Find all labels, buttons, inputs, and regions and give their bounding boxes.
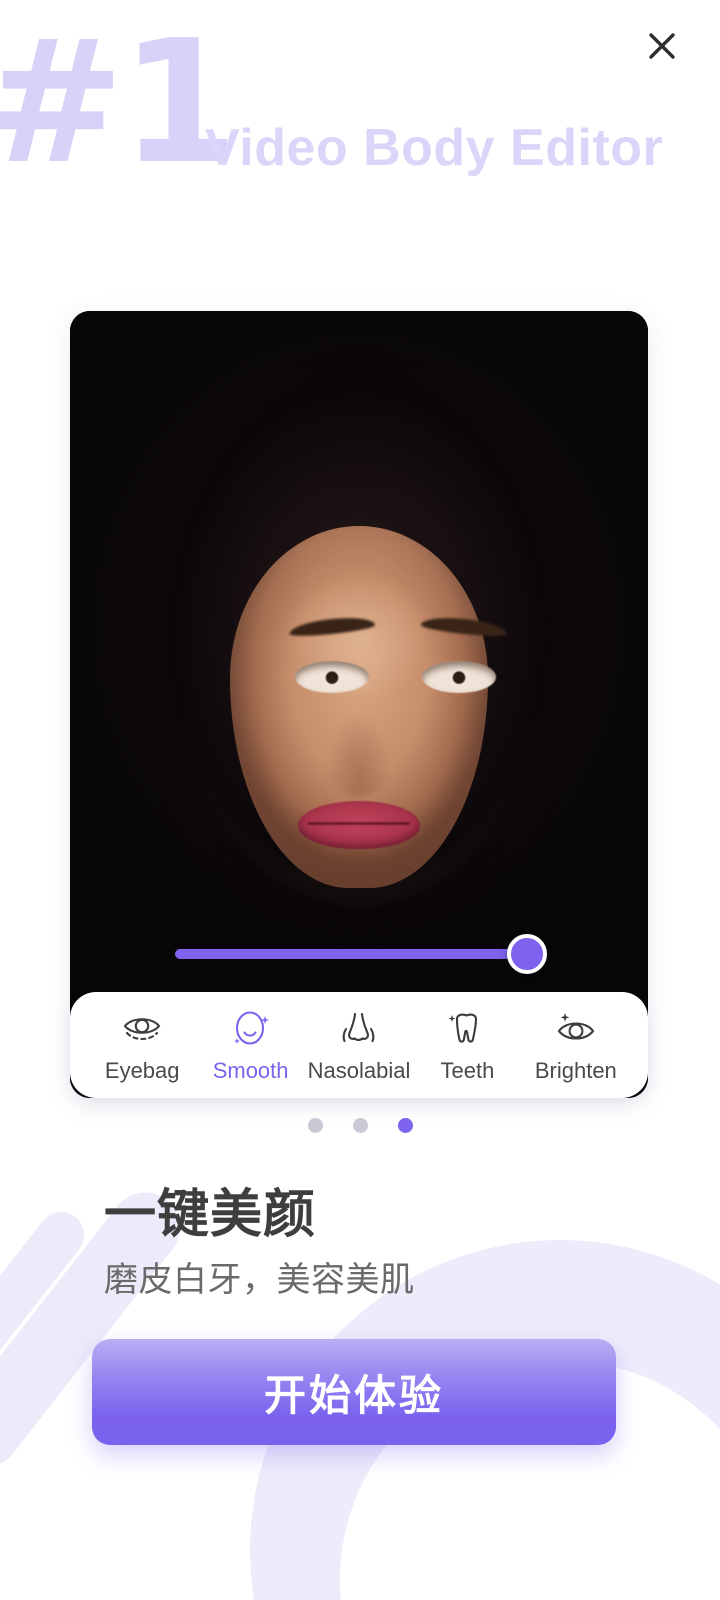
eye-dashed-icon bbox=[119, 1006, 165, 1052]
eye-sparkle-icon bbox=[553, 1006, 599, 1052]
video-preview-card bbox=[70, 311, 648, 1098]
onboarding-screen: #1 Video Body Editor Eyebag Smooth Nasol… bbox=[0, 0, 720, 1600]
tool-label: Nasolabial bbox=[307, 1058, 411, 1083]
nose-fold-icon bbox=[336, 1006, 382, 1052]
start-experience-button[interactable]: 开始体验 bbox=[92, 1339, 616, 1445]
diagonal-stripe bbox=[345, 1441, 547, 1600]
nose-region bbox=[326, 711, 392, 797]
tool-label: Smooth bbox=[212, 1058, 289, 1083]
tool-brighten[interactable]: Brighten bbox=[522, 1006, 630, 1082]
diagonal-stripe bbox=[0, 1202, 94, 1468]
face-smile-sparkle-icon bbox=[228, 1006, 274, 1052]
beauty-tools-toolbar: Eyebag Smooth Nasolabial Teeth Brighten bbox=[70, 992, 648, 1098]
close-button[interactable] bbox=[636, 20, 688, 72]
tool-label: Eyebag bbox=[104, 1058, 180, 1083]
slider-fill bbox=[175, 949, 527, 959]
tool-smooth[interactable]: Smooth bbox=[196, 1006, 304, 1082]
portrait-photo bbox=[70, 311, 648, 1098]
slider-thumb[interactable] bbox=[507, 934, 547, 974]
eye-right bbox=[422, 661, 496, 693]
hero-tagline: Video Body Editor bbox=[205, 119, 664, 177]
feature-copy: 一键美颜 磨皮白牙，美容美肌 bbox=[104, 1185, 415, 1301]
rank-badge: #1 bbox=[0, 4, 239, 202]
tooth-icon bbox=[444, 1006, 490, 1052]
pagination-dot[interactable] bbox=[307, 1118, 323, 1133]
tool-label: Brighten bbox=[534, 1058, 617, 1083]
lips-region bbox=[298, 801, 420, 849]
intensity-slider[interactable] bbox=[175, 931, 547, 977]
pagination-dot[interactable] bbox=[352, 1118, 368, 1133]
pagination-dot-active[interactable] bbox=[397, 1118, 413, 1133]
close-icon bbox=[644, 28, 680, 64]
tool-teeth[interactable]: Teeth bbox=[413, 1006, 521, 1082]
tool-eyebag[interactable]: Eyebag bbox=[88, 1006, 196, 1082]
hero-banner: #1 Video Body Editor bbox=[0, 0, 720, 220]
feature-title: 一键美颜 bbox=[104, 1185, 317, 1245]
diagonal-stripe bbox=[422, 1437, 630, 1600]
pagination-dots bbox=[0, 1118, 720, 1133]
tool-nasolabial[interactable]: Nasolabial bbox=[305, 1006, 413, 1082]
eye-left bbox=[295, 661, 369, 693]
feature-subtitle: 磨皮白牙，美容美肌 bbox=[104, 1260, 415, 1301]
tool-label: Teeth bbox=[440, 1058, 495, 1083]
